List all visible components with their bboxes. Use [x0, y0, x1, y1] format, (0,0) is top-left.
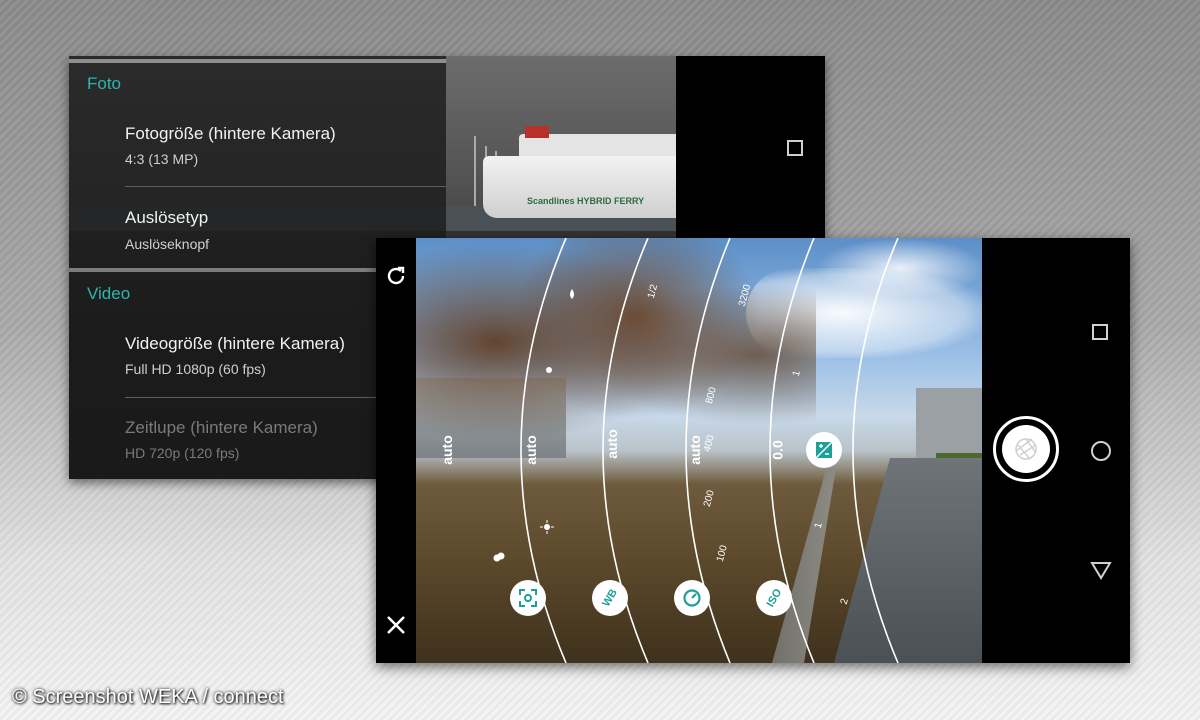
- white-balance-icon: WB: [600, 587, 620, 609]
- shutter-icon: [1002, 425, 1050, 473]
- exposure-button[interactable]: [806, 432, 842, 468]
- switch-camera-icon[interactable]: [384, 264, 408, 288]
- setting-title: Videogröße (hintere Kamera): [125, 334, 345, 353]
- copyright-watermark: © Screenshot WEKA / connect: [12, 686, 284, 708]
- divider: [125, 186, 446, 187]
- left-toolbar: [376, 238, 416, 663]
- shutter-speed-button[interactable]: [674, 580, 710, 616]
- iso-icon: ISO: [764, 586, 784, 610]
- cloud-icon: [493, 552, 505, 562]
- setting-subtitle: 4:3 (13 MP): [125, 151, 199, 167]
- focus-mode-button[interactable]: [510, 580, 546, 616]
- camera-window: auto auto auto auto 0.0 100 200 400 800 …: [376, 238, 1130, 663]
- white-balance-button[interactable]: WB: [592, 580, 628, 616]
- shutter-speed-value: auto: [603, 429, 620, 459]
- exposure-icon: [815, 441, 833, 459]
- recent-apps-icon[interactable]: [787, 140, 803, 156]
- iso-button[interactable]: ISO: [756, 580, 792, 616]
- ferry: [483, 156, 676, 218]
- setting-title: Zeitlupe (hintere Kamera): [125, 418, 318, 437]
- close-icon[interactable]: [385, 614, 407, 636]
- home-icon[interactable]: [1091, 441, 1111, 461]
- section-header-video: Video: [87, 284, 131, 303]
- iso-value: auto: [686, 435, 703, 465]
- shutter-button[interactable]: [993, 416, 1059, 482]
- white-balance-value: auto: [522, 435, 539, 465]
- sun-small-icon: [546, 367, 552, 373]
- focus-icon: [519, 589, 537, 607]
- setting-subtitle: Auslöseknopf: [125, 236, 210, 252]
- sun-icon: [540, 520, 554, 534]
- setting-subtitle: HD 720p (120 fps): [125, 445, 240, 461]
- back-icon[interactable]: [1090, 560, 1112, 580]
- section-header-foto: Foto: [87, 74, 122, 93]
- camera-viewfinder[interactable]: auto auto auto auto 0.0 100 200 400 800 …: [416, 238, 982, 663]
- setting-title: Fotogröße (hintere Kamera): [125, 124, 336, 143]
- setting-title: Auslösetyp: [125, 208, 209, 227]
- ferry-label: Scandlines HYBRID FERRY: [527, 196, 645, 206]
- focus-value: auto: [438, 435, 455, 465]
- drop-icon: [570, 289, 574, 299]
- setting-subtitle: Full HD 1080p (60 fps): [125, 361, 266, 377]
- shutter-speed-icon: [683, 589, 701, 607]
- recent-apps-icon[interactable]: [1092, 324, 1108, 340]
- exposure-value: 0.0: [769, 440, 786, 460]
